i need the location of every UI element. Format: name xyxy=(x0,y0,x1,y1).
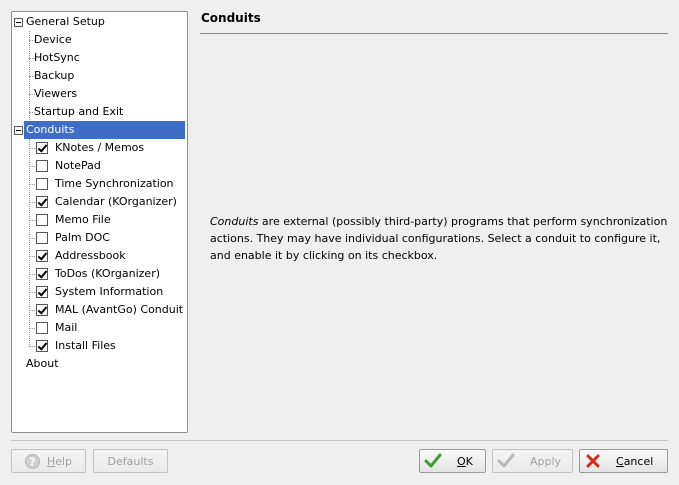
tree-item-device[interactable]: Device xyxy=(12,31,187,49)
conduit-item[interactable]: Addressbook xyxy=(12,247,187,265)
conduit-item[interactable]: Install Files xyxy=(12,337,187,355)
tree-item-label: Device xyxy=(34,33,72,46)
tree-item-hotsync[interactable]: HotSync xyxy=(12,49,187,67)
conduit-label: KNotes / Memos xyxy=(55,141,145,154)
button-bar-divider xyxy=(11,440,668,441)
conduit-label: ToDos (KOrganizer) xyxy=(55,267,161,280)
tree-item-startup-and-exit[interactable]: Startup and Exit xyxy=(12,103,187,121)
help-button[interactable]: ? Help xyxy=(11,449,86,473)
conduit-item[interactable]: Time Synchronization xyxy=(12,175,187,193)
config-tree[interactable]: General Setup Device HotSync Backup View… xyxy=(11,11,188,433)
conduit-label: Time Synchronization xyxy=(55,177,174,190)
defaults-label: Defaults xyxy=(107,454,154,468)
conduit-item[interactable]: System Information xyxy=(12,283,187,301)
apply-button[interactable]: Apply xyxy=(492,449,573,473)
conduit-label: Memo File xyxy=(55,213,111,226)
ok-button[interactable]: OK xyxy=(419,449,486,473)
collapse-icon[interactable] xyxy=(14,18,23,27)
tree-item-label: About xyxy=(26,357,59,370)
conduit-checkbox[interactable] xyxy=(36,160,48,172)
conduit-item[interactable]: Mail xyxy=(12,319,187,337)
collapse-icon[interactable] xyxy=(14,126,23,135)
conduit-item[interactable]: Calendar (KOrganizer) xyxy=(12,193,187,211)
tree-item-label: Viewers xyxy=(34,87,78,100)
conduit-item[interactable]: Memo File xyxy=(12,211,187,229)
tree-item-about[interactable]: About xyxy=(12,355,187,373)
tree-item-label: HotSync xyxy=(34,51,80,64)
ok-label: OK xyxy=(457,454,473,468)
conduits-description: Conduits are external (possibly third-pa… xyxy=(210,213,670,264)
apply-label: Apply xyxy=(530,454,562,468)
close-icon xyxy=(586,454,600,468)
description-emphasis: Conduits xyxy=(210,215,259,228)
conduit-label: System Information xyxy=(55,285,164,298)
tree-item-label: General Setup xyxy=(26,15,105,28)
help-label: Help xyxy=(46,454,73,468)
conduit-checkbox[interactable] xyxy=(36,304,48,316)
conduit-checkbox[interactable] xyxy=(36,340,48,352)
tree-item-backup[interactable]: Backup xyxy=(12,67,187,85)
tree-item-viewers[interactable]: Viewers xyxy=(12,85,187,103)
checkmark-icon xyxy=(424,453,442,468)
conduit-checkbox[interactable] xyxy=(36,322,48,334)
defaults-button[interactable]: Defaults xyxy=(93,449,168,473)
tree-item-conduits[interactable]: Conduits xyxy=(12,121,187,139)
conduit-label: Addressbook xyxy=(55,249,126,262)
conduit-checkbox[interactable] xyxy=(36,214,48,226)
help-icon: ? xyxy=(24,453,40,469)
conduit-checkbox[interactable] xyxy=(36,232,48,244)
conduit-label: NotePad xyxy=(55,159,101,172)
conduit-item[interactable]: MAL (AvantGo) Conduit xyxy=(12,301,187,319)
conduit-item[interactable]: ToDos (KOrganizer) xyxy=(12,265,187,283)
tree-item-label: Conduits xyxy=(24,121,185,139)
conduit-label: Palm DOC xyxy=(55,231,110,244)
conduit-label: Calendar (KOrganizer) xyxy=(55,195,177,208)
conduit-checkbox[interactable] xyxy=(36,196,48,208)
conduit-checkbox[interactable] xyxy=(36,142,48,154)
conduit-checkbox[interactable] xyxy=(36,178,48,190)
conduit-checkbox[interactable] xyxy=(36,286,48,298)
conduit-item[interactable]: KNotes / Memos xyxy=(12,139,187,157)
cancel-label: Cancel xyxy=(616,454,654,468)
tree-item-label: Startup and Exit xyxy=(34,105,124,118)
conduit-item[interactable]: Palm DOC xyxy=(12,229,187,247)
conduit-checkbox[interactable] xyxy=(36,250,48,262)
conduit-label: MAL (AvantGo) Conduit xyxy=(55,303,184,316)
cancel-button[interactable]: Cancel xyxy=(579,449,668,473)
conduit-label: Install Files xyxy=(55,339,116,352)
tree-item-label: Backup xyxy=(34,69,75,82)
checkmark-icon xyxy=(497,453,515,468)
conduit-item[interactable]: NotePad xyxy=(12,157,187,175)
conduit-checkbox[interactable] xyxy=(36,268,48,280)
tree-item-general-setup[interactable]: General Setup xyxy=(12,13,187,31)
page-title: Conduits xyxy=(201,11,261,25)
svg-text:?: ? xyxy=(29,455,35,468)
conduit-label: Mail xyxy=(55,321,78,334)
description-text: are external (possibly third-party) prog… xyxy=(210,215,668,262)
title-divider xyxy=(200,33,668,34)
